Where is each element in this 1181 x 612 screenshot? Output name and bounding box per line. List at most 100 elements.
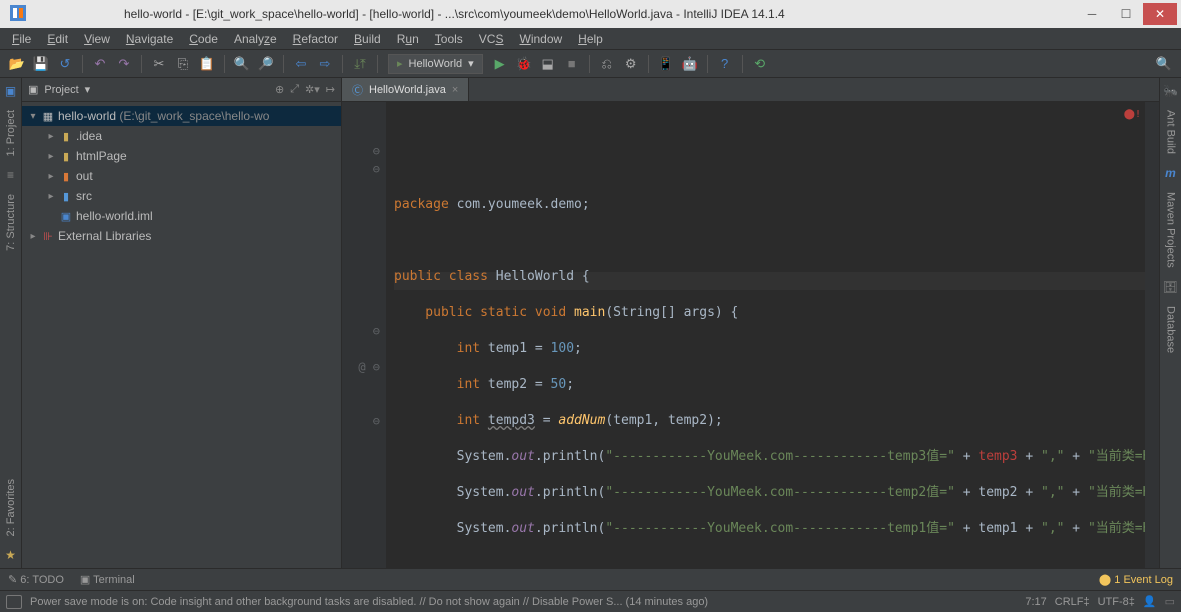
menu-analyze[interactable]: Analyze (228, 30, 283, 48)
project-tree[interactable]: ▾ ▦ hello-world (E:\git_work_space\hello… (22, 102, 341, 568)
help-icon[interactable]: ? (714, 53, 736, 75)
favorites-star-icon[interactable]: ★ (5, 546, 16, 564)
separator (707, 55, 708, 73)
bottom-tool-tabs: ✎ 6: TODO ▣ Terminal ⬤ 1 Event Log (0, 568, 1181, 590)
expand-arrow-icon[interactable]: ▸ (44, 171, 58, 182)
tab-ant[interactable]: Ant Build (1165, 104, 1177, 160)
project-strip-icon[interactable]: ▣ (5, 82, 16, 100)
android-icon[interactable]: 🤖 (679, 53, 701, 75)
gutter[interactable]: ⊖⊖ ⊖ @ ⊖ ⊖ (342, 102, 386, 568)
tab-favorites[interactable]: 2: Favorites (5, 473, 17, 542)
menu-code[interactable]: Code (183, 30, 224, 48)
maximize-button[interactable]: ☐ (1109, 3, 1143, 25)
copy-icon[interactable]: ⎘ (172, 53, 194, 75)
menu-run[interactable]: Run (391, 30, 425, 48)
expand-arrow-icon[interactable]: ▸ (26, 231, 40, 242)
iml-file-icon: ▣ (58, 210, 74, 223)
project-panel-title[interactable]: Project (44, 84, 78, 96)
menu-build[interactable]: Build (348, 30, 387, 48)
tree-row[interactable]: ▣ hello-world.iml (22, 206, 341, 226)
line-separator[interactable]: CRLF‡ (1055, 596, 1090, 608)
sync-icon[interactable]: ↺ (54, 53, 76, 75)
tree-row[interactable]: ▸ ▮ .idea (22, 126, 341, 146)
make-icon[interactable]: ⤓⤒ (349, 53, 371, 75)
tab-maven[interactable]: Maven Projects (1165, 186, 1177, 274)
maven-icon[interactable]: m (1165, 164, 1176, 182)
code-editor[interactable]: ⊖⊖ ⊖ @ ⊖ ⊖ ⬤! package com.youmeek.demo; … (342, 102, 1159, 568)
gear-icon[interactable]: ✲▾ (305, 83, 320, 96)
tree-external-libs[interactable]: ▸ ⊪ External Libraries (22, 226, 341, 246)
project-view-icon[interactable]: ▣ (28, 83, 38, 96)
coverage-icon[interactable]: ⬓ (537, 53, 559, 75)
expand-arrow-icon[interactable]: ▸ (44, 131, 58, 142)
menu-file[interactable]: File (6, 30, 37, 48)
tab-todo[interactable]: ✎ 6: TODO (8, 573, 64, 586)
settings-icon[interactable]: ⚙ (620, 53, 642, 75)
redo-icon[interactable]: ↷ (113, 53, 135, 75)
find-icon[interactable]: 🔍 (231, 53, 253, 75)
open-icon[interactable]: 📂 (6, 53, 28, 75)
database-icon[interactable]: 🗄 (1163, 278, 1178, 296)
ant-icon[interactable]: 🐜 (1163, 82, 1178, 100)
tree-label: htmlPage (74, 149, 127, 163)
replace-icon[interactable]: 🔎 (255, 53, 277, 75)
close-tab-icon[interactable]: × (452, 84, 458, 96)
menu-vcs[interactable]: VCS (473, 30, 510, 48)
paste-icon[interactable]: 📋 (196, 53, 218, 75)
left-tool-strip: ▣ 1: Project ≡ 7: Structure 2: Favorites… (0, 78, 22, 568)
sdk-icon[interactable]: 📱 (655, 53, 677, 75)
tree-row[interactable]: ▸ ▮ htmlPage (22, 146, 341, 166)
expand-arrow-icon[interactable]: ▸ (44, 191, 58, 202)
menu-view[interactable]: View (78, 30, 116, 48)
search-everywhere-icon[interactable]: 🔍 (1153, 53, 1175, 75)
jrebel-icon[interactable]: ⟲ (749, 53, 771, 75)
cut-icon[interactable]: ✂ (148, 53, 170, 75)
editor-tab[interactable]: Ⓒ HelloWorld.java × (342, 78, 469, 101)
event-log[interactable]: ⬤ 1 Event Log (1099, 573, 1173, 586)
tree-row[interactable]: ▸ ▮ src (22, 186, 341, 206)
stop-icon[interactable]: ■ (561, 53, 583, 75)
menu-window[interactable]: Window (513, 30, 568, 48)
run-config-selector[interactable]: ▸ HelloWorld ▾ (388, 54, 483, 74)
tab-terminal[interactable]: ▣ Terminal (80, 573, 135, 586)
save-icon[interactable]: 💾 (30, 53, 52, 75)
tree-root[interactable]: ▾ ▦ hello-world (E:\git_work_space\hello… (22, 106, 341, 126)
status-message[interactable]: Power save mode is on: Code insight and … (30, 596, 1017, 608)
minimize-button[interactable]: ─ (1075, 3, 1109, 25)
file-encoding[interactable]: UTF-8‡ (1098, 596, 1135, 608)
expand-arrow-icon[interactable]: ▸ (44, 151, 58, 162)
close-button[interactable]: ✕ (1143, 3, 1177, 25)
lock-icon[interactable] (6, 595, 22, 609)
code-text[interactable]: ⬤! package com.youmeek.demo; public clas… (386, 102, 1145, 568)
back-icon[interactable]: ⇦ (290, 53, 312, 75)
menu-edit[interactable]: Edit (41, 30, 74, 48)
folder-icon: ▮ (58, 190, 74, 203)
menu-refactor[interactable]: Refactor (287, 30, 344, 48)
tab-project[interactable]: 1: Project (5, 104, 17, 162)
error-stripe[interactable] (1145, 102, 1159, 568)
inspection-icon[interactable]: 👤 (1143, 595, 1157, 608)
menu-tools[interactable]: Tools (429, 30, 469, 48)
vcs-icon[interactable]: ⎌ (596, 53, 618, 75)
collapse-icon[interactable]: ⤢ (290, 83, 299, 96)
structure-strip-icon[interactable]: ≡ (7, 166, 14, 184)
undo-icon[interactable]: ↶ (89, 53, 111, 75)
tab-structure[interactable]: 7: Structure (5, 188, 17, 257)
right-tool-strip: 🐜 Ant Build m Maven Projects 🗄 Database (1159, 78, 1181, 568)
scroll-to-source-icon[interactable]: ⊕ (275, 83, 284, 96)
error-marker-icon[interactable]: ⬤! (1124, 106, 1141, 124)
menu-help[interactable]: Help (572, 30, 609, 48)
forward-icon[interactable]: ⇨ (314, 53, 336, 75)
menu-navigate[interactable]: Navigate (120, 30, 179, 48)
expand-arrow-icon[interactable]: ▾ (26, 111, 40, 122)
tree-row[interactable]: ▸ ▮ out (22, 166, 341, 186)
memory-indicator[interactable]: ▭ (1165, 595, 1175, 608)
run-icon[interactable]: ▶ (489, 53, 511, 75)
tab-database[interactable]: Database (1165, 300, 1177, 359)
menu-bar: File Edit View Navigate Code Analyze Ref… (0, 28, 1181, 50)
caret-position[interactable]: 7:17 (1025, 596, 1046, 608)
module-icon: ▦ (40, 110, 56, 123)
debug-icon[interactable]: 🐞 (513, 53, 535, 75)
hide-icon[interactable]: ↦ (326, 83, 335, 96)
chevron-down-icon[interactable]: ▾ (85, 83, 91, 96)
